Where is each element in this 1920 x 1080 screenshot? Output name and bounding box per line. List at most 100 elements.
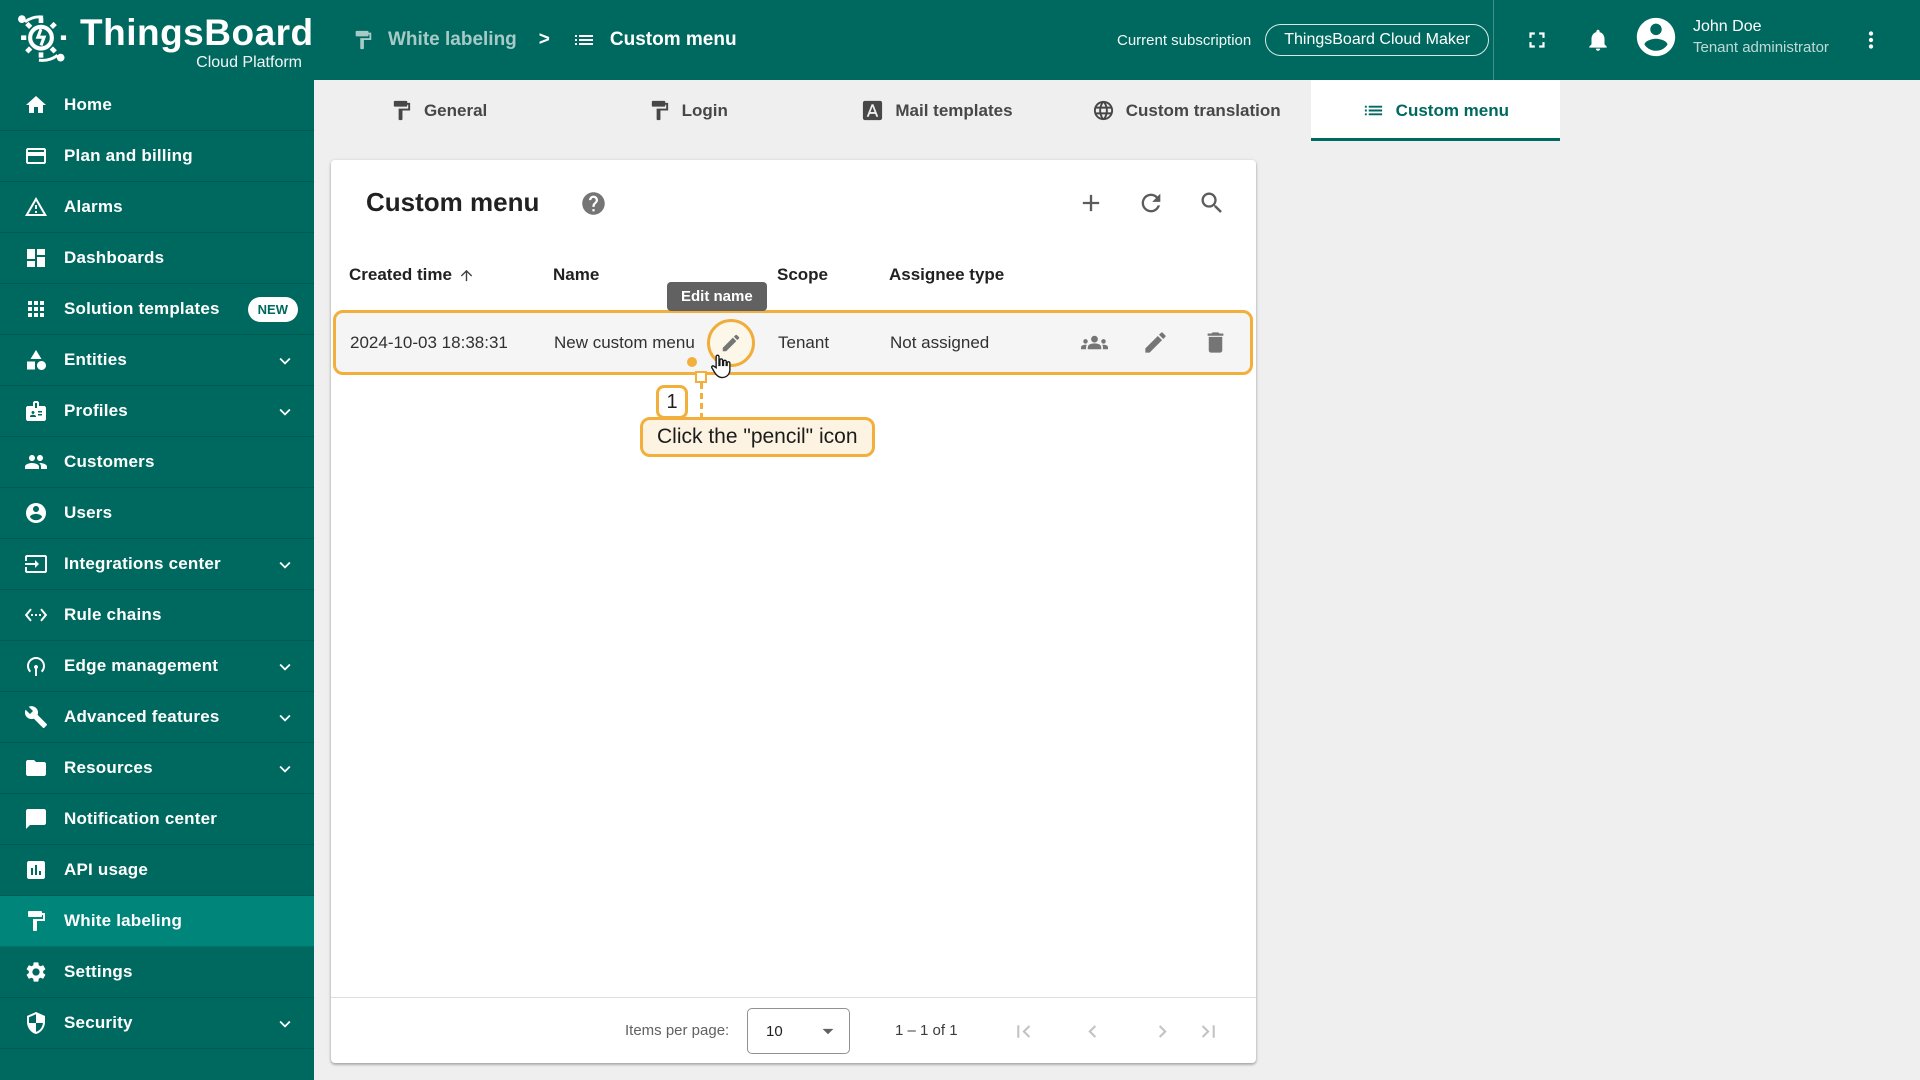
items-per-page-label: Items per page: (625, 1022, 730, 1039)
annotation-connector-line (700, 383, 703, 419)
breadcrumb-parent[interactable]: White labeling (388, 29, 517, 51)
code-brackets-icon (24, 603, 48, 627)
notifications-bell-icon[interactable] (1585, 27, 1611, 53)
sidebar-item-rule-chains[interactable]: Rule chains (0, 590, 314, 641)
user-menu[interactable]: John Doe Tenant administrator (1633, 14, 1829, 60)
chevron-down-icon (274, 707, 296, 729)
list-icon (572, 28, 596, 52)
people-icon (24, 450, 48, 474)
chevron-down-icon (274, 656, 296, 678)
column-header-scope[interactable]: Scope (777, 265, 828, 285)
apps-grid-icon (24, 297, 48, 321)
sidebar-item-api-usage[interactable]: API usage (0, 845, 314, 896)
next-page-icon[interactable] (1150, 1019, 1175, 1044)
integration-input-icon (24, 552, 48, 576)
paint-roller-icon (648, 99, 671, 122)
add-icon[interactable] (1077, 189, 1105, 217)
sidebar-item-dashboards[interactable]: Dashboards (0, 233, 314, 284)
sidebar-item-resources[interactable]: Resources (0, 743, 314, 794)
chevron-down-icon (274, 554, 296, 576)
delete-trash-icon[interactable] (1202, 329, 1229, 356)
tab-custom-menu[interactable]: Custom menu (1310, 80, 1560, 141)
person-circle-icon (24, 501, 48, 525)
sidebar-item-settings[interactable]: Settings (0, 947, 314, 998)
column-header-name[interactable]: Name (553, 265, 599, 285)
sidebar-item-advanced-features[interactable]: Advanced features (0, 692, 314, 743)
top-bar: ThingsBoard Cloud Platform White labelin… (0, 0, 1920, 80)
step-number-badge: 1 (656, 385, 688, 419)
chevron-down-icon (274, 758, 296, 780)
sidebar-item-plan-and-billing[interactable]: Plan and billing (0, 131, 314, 182)
credit-card-icon (24, 144, 48, 168)
warning-triangle-icon (24, 195, 48, 219)
breadcrumb-current: Custom menu (609, 29, 737, 50)
font-box-icon (861, 99, 884, 122)
fullscreen-icon[interactable] (1524, 27, 1550, 53)
cell-assignee-type: Not assigned (890, 332, 990, 352)
sidebar-item-notification-center[interactable]: Notification center (0, 794, 314, 845)
user-avatar (1633, 14, 1679, 60)
subscription-plan-badge[interactable]: ThingsBoard Cloud Maker (1265, 24, 1490, 56)
sidebar-item-edge-management[interactable]: Edge management (0, 641, 314, 692)
subscription-info: Current subscription ThingsBoard Cloud M… (1117, 13, 1490, 67)
thingsboard-logo-icon (10, 8, 72, 70)
table-row[interactable]: 2024-10-03 18:38:31 New custom menu Tena… (333, 310, 1253, 375)
tab-custom-translation[interactable]: Custom translation (1062, 80, 1311, 141)
gear-icon (24, 960, 48, 984)
brand-logo[interactable]: ThingsBoard Cloud Platform (0, 0, 314, 80)
brand-title: ThingsBoard (80, 12, 314, 53)
list-icon (1362, 99, 1385, 122)
sidebar-item-white-labeling[interactable]: White labeling (0, 896, 314, 947)
sidebar-item-solution-templates[interactable]: Solution templates NEW (0, 284, 314, 335)
sidebar-item-entities[interactable]: Entities (0, 335, 314, 386)
first-page-icon[interactable] (1011, 1019, 1036, 1044)
manage-assignees-icon[interactable] (1081, 329, 1108, 356)
chevron-down-icon (274, 401, 296, 423)
sidebar-item-profiles[interactable]: Profiles (0, 386, 314, 437)
cell-created-time: 2024-10-03 18:38:31 (350, 332, 508, 352)
custom-menu-panel: Custom menu Created time Name Scope Assi… (331, 160, 1256, 1063)
sidebar-item-customers[interactable]: Customers (0, 437, 314, 488)
previous-page-icon[interactable] (1080, 1019, 1105, 1044)
column-header-assignee-type[interactable]: Assignee type (889, 265, 1004, 285)
active-tab-indicator (1310, 138, 1560, 141)
home-icon (24, 93, 48, 117)
page-size-select[interactable]: 10 (747, 1008, 850, 1054)
sidebar-item-integrations-center[interactable]: Integrations center (0, 539, 314, 590)
new-badge: NEW (247, 297, 298, 322)
entities-shapes-icon (24, 348, 48, 372)
badge-id-icon (24, 399, 48, 423)
paginator: Items per page: 10 1 – 1 of 1 (331, 997, 1256, 1063)
sidebar-item-security[interactable]: Security (0, 998, 314, 1049)
chevron-down-icon (274, 350, 296, 372)
breadcrumb: White labeling > Custom menu (352, 0, 737, 80)
folder-icon (24, 756, 48, 780)
refresh-icon[interactable] (1137, 189, 1165, 217)
edit-name-tooltip: Edit name (667, 282, 767, 311)
sidebar-item-users[interactable]: Users (0, 488, 314, 539)
search-icon[interactable] (1198, 189, 1226, 217)
cell-scope: Tenant (778, 332, 830, 352)
globe-icon (1092, 99, 1115, 122)
tools-icon (24, 705, 48, 729)
paint-roller-icon (352, 29, 374, 51)
edit-pencil-icon[interactable] (1142, 329, 1169, 356)
tab-mail-templates[interactable]: Mail templates (812, 80, 1061, 141)
antenna-icon (24, 654, 48, 678)
brand-subtitle: Cloud Platform (196, 54, 302, 71)
more-options-icon[interactable] (1858, 27, 1884, 53)
white-labeling-tabs: General Login Mail templates Custom tran… (314, 80, 1560, 141)
sidebar-item-alarms[interactable]: Alarms (0, 182, 314, 233)
sidebar-item-home[interactable]: Home (0, 80, 314, 131)
tab-login[interactable]: Login (563, 80, 812, 141)
user-role: Tenant administrator (1693, 39, 1829, 56)
shield-icon (24, 1011, 48, 1035)
column-header-created-time[interactable]: Created time (349, 265, 475, 285)
annotation-anchor-dot (687, 357, 697, 367)
topbar-divider (1493, 0, 1494, 80)
help-icon[interactable] (580, 190, 607, 217)
last-page-icon[interactable] (1196, 1019, 1221, 1044)
bar-chart-icon (24, 858, 48, 882)
tab-general[interactable]: General (314, 80, 563, 141)
paint-roller-icon (24, 909, 48, 933)
